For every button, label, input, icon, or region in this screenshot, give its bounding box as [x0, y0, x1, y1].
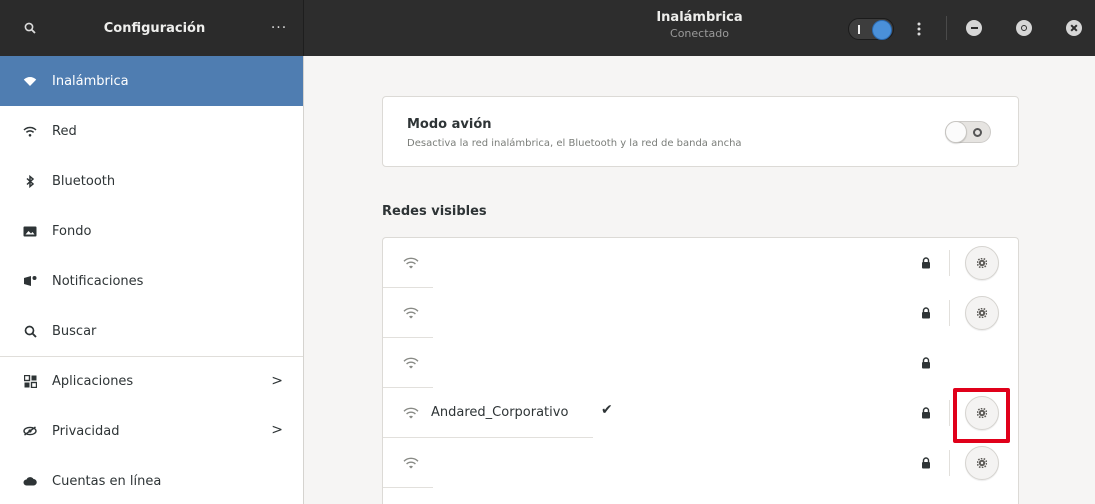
- gear-icon: [977, 308, 987, 318]
- lock-icon: [922, 407, 930, 419]
- maximize-icon: [1021, 25, 1027, 31]
- network-row[interactable]: [383, 338, 1018, 388]
- main-menu-button[interactable]: ···: [259, 0, 299, 56]
- panel-header: Inalámbrica Conectado: [304, 0, 1095, 56]
- sidebar-item-aplicaciones[interactable]: Aplicaciones >: [0, 356, 303, 406]
- lock-icon: [922, 307, 930, 319]
- gear-icon: [977, 258, 987, 268]
- network-row[interactable]: [383, 238, 1018, 288]
- apps-grid-icon: [20, 374, 40, 390]
- sidebar-item-label: Inalámbrica: [52, 73, 129, 89]
- header-separator: [946, 16, 947, 40]
- sidebar-item-buscar[interactable]: Buscar: [0, 306, 303, 356]
- notifications-icon: [20, 273, 40, 289]
- sidebar-item-label: Notificaciones: [52, 273, 144, 289]
- airplane-mode-card: Modo avión Desactiva la red inalámbrica,…: [382, 96, 1019, 167]
- sidebar-item-privacidad[interactable]: Privacidad >: [0, 406, 303, 456]
- close-icon: [1070, 24, 1078, 32]
- sidebar-item-label: Red: [52, 123, 77, 139]
- wifi-signal-icon: [403, 407, 419, 419]
- row-separator: [949, 300, 950, 326]
- connected-check-icon: ✔: [601, 402, 613, 418]
- airplane-mode-title: Modo avión: [407, 117, 492, 132]
- network-settings-button[interactable]: [965, 246, 999, 280]
- wifi-menu-button[interactable]: [912, 18, 926, 40]
- airplane-mode-switch[interactable]: [945, 121, 991, 143]
- gear-icon: [977, 408, 987, 418]
- kebab-menu-icon: [917, 22, 921, 36]
- settings-sidebar: Inalámbrica Red Bluetooth Fondo Notifica…: [0, 56, 304, 504]
- wifi-signal-icon: [403, 307, 419, 319]
- network-settings-button[interactable]: [965, 296, 999, 330]
- sidebar-header: Configuración ···: [0, 0, 304, 56]
- online-accounts-icon: [20, 473, 40, 489]
- lock-icon: [922, 257, 930, 269]
- row-separator: [949, 250, 950, 276]
- wifi-icon: [20, 73, 40, 89]
- lock-icon: [922, 457, 930, 469]
- app-title: Configuración: [103, 20, 206, 36]
- header-bar: Configuración ··· Inalámbrica Conectado: [0, 0, 1095, 56]
- sidebar-item-fondo[interactable]: Fondo: [0, 206, 303, 256]
- sidebar-item-label: Fondo: [52, 223, 92, 239]
- wifi-signal-icon: [403, 257, 419, 269]
- chevron-right-icon: >: [271, 422, 283, 438]
- network-row[interactable]: [383, 438, 1018, 488]
- sidebar-item-cuentas-en-linea[interactable]: Cuentas en línea: [0, 456, 303, 504]
- search-icon: [20, 323, 40, 339]
- wifi-signal-icon: [403, 357, 419, 369]
- row-separator: [949, 450, 950, 476]
- visible-networks-list: Andared_Corporativo ✔: [382, 237, 1019, 504]
- maximize-button[interactable]: [1016, 20, 1032, 36]
- network-icon: [20, 123, 40, 139]
- gear-icon: [977, 458, 987, 468]
- privacy-icon: [20, 423, 40, 439]
- close-button[interactable]: [1066, 20, 1082, 36]
- background-icon: [20, 223, 40, 239]
- visible-networks-heading: Redes visibles: [382, 204, 487, 219]
- lock-icon: [922, 357, 930, 369]
- sidebar-item-bluetooth[interactable]: Bluetooth: [0, 156, 303, 206]
- sidebar-item-label: Bluetooth: [52, 173, 116, 189]
- row-divider: [383, 487, 433, 488]
- switch-on-mark: [858, 25, 860, 34]
- wireless-panel: Modo avión Desactiva la red inalámbrica,…: [304, 56, 1095, 504]
- wifi-signal-icon: [403, 457, 419, 469]
- network-settings-button[interactable]: [965, 446, 999, 480]
- search-icon: [24, 22, 36, 34]
- network-row-connected[interactable]: Andared_Corporativo ✔: [383, 388, 1018, 438]
- switch-knob: [872, 20, 892, 40]
- sidebar-item-inalambrica[interactable]: Inalámbrica: [0, 56, 303, 106]
- minimize-icon: [970, 27, 978, 29]
- wifi-toggle-switch[interactable]: [848, 18, 894, 40]
- network-name: Andared_Corporativo: [431, 405, 569, 420]
- airplane-mode-description: Desactiva la red inalámbrica, el Bluetoo…: [407, 138, 742, 149]
- sidebar-item-notificaciones[interactable]: Notificaciones: [0, 256, 303, 306]
- sidebar-item-label: Privacidad: [52, 423, 120, 439]
- search-button[interactable]: [10, 0, 50, 56]
- switch-off-mark: [973, 128, 982, 137]
- sidebar-item-label: Buscar: [52, 323, 97, 339]
- network-row[interactable]: [383, 288, 1018, 338]
- row-separator: [949, 400, 950, 426]
- chevron-right-icon: >: [271, 373, 283, 389]
- sidebar-item-red[interactable]: Red: [0, 106, 303, 156]
- switch-knob: [945, 121, 967, 143]
- minimize-button[interactable]: [966, 20, 982, 36]
- sidebar-item-label: Aplicaciones: [52, 374, 134, 389]
- network-settings-button[interactable]: [965, 396, 999, 430]
- sidebar-item-label: Cuentas en línea: [52, 473, 162, 489]
- bluetooth-icon: [20, 173, 40, 189]
